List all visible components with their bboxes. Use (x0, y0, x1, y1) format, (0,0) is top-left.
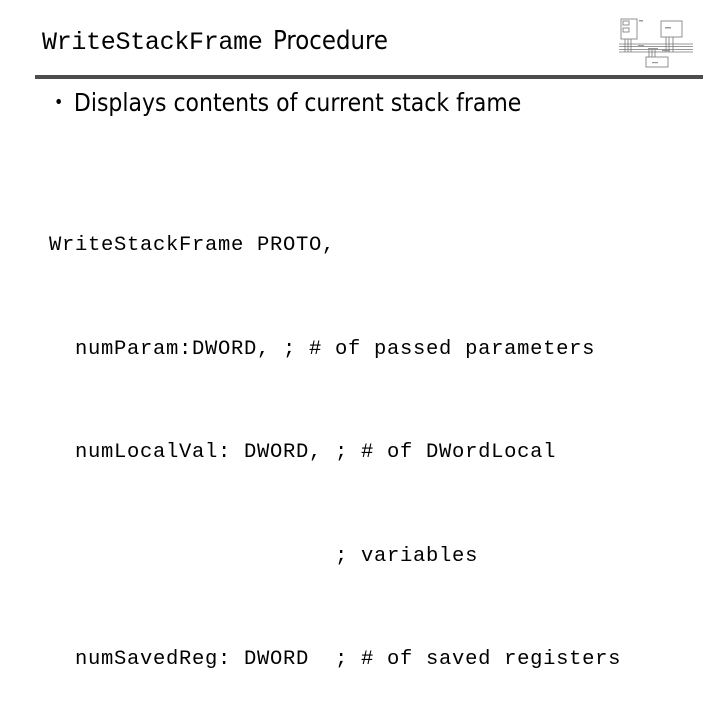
slide-title: WriteStackFrame Procedure (42, 26, 403, 57)
code-line: numSavedReg: DWORD ; # of saved register… (49, 648, 622, 671)
bullet-dot: • (54, 92, 64, 113)
code-line: numParam:DWORD, ; # of passed parameters (49, 337, 596, 361)
title-divider (35, 75, 703, 79)
code-block: WriteStackFrame PROTO, numParam:DWORD, ;… (49, 160, 621, 712)
title-code-text: WriteStackFrame (42, 28, 263, 57)
code-line: numLocalVal: DWORD, ; # of DWordLocal (49, 441, 557, 464)
computer-architecture-diagram-icon (619, 18, 693, 68)
bullet-item: • Displays contents of current stack fram… (54, 88, 521, 117)
code-line: ; variables (49, 544, 479, 568)
title-text: Procedure (272, 26, 388, 56)
bullet-text: Displays contents of current stack frame (73, 88, 522, 117)
code-line: WriteStackFrame PROTO, (49, 234, 336, 257)
